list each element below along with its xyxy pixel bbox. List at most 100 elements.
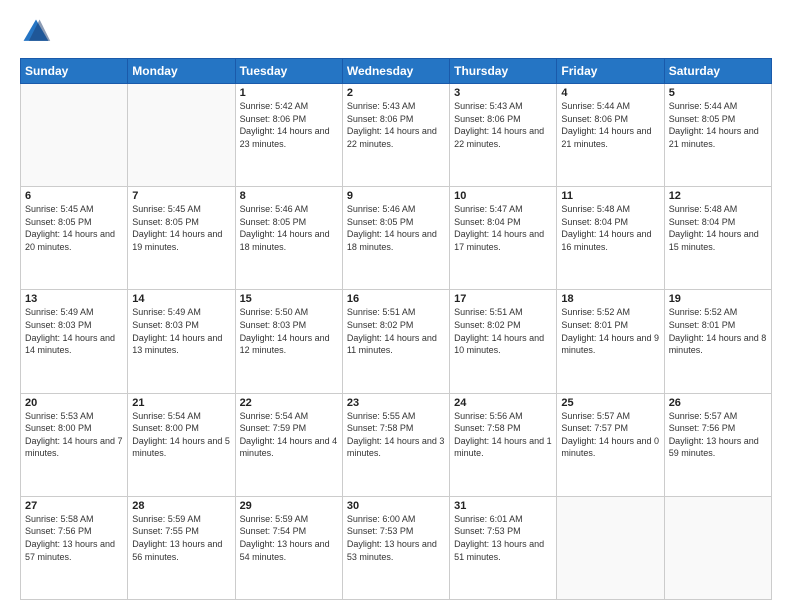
weekday-header-thursday: Thursday: [450, 59, 557, 84]
day-info: Sunrise: 5:48 AM Sunset: 8:04 PM Dayligh…: [669, 203, 767, 253]
day-number: 22: [240, 397, 338, 409]
day-number: 5: [669, 87, 767, 99]
cal-cell: 1Sunrise: 5:42 AM Sunset: 8:06 PM Daylig…: [235, 84, 342, 187]
day-info: Sunrise: 5:59 AM Sunset: 7:54 PM Dayligh…: [240, 513, 338, 563]
day-number: 25: [561, 397, 659, 409]
day-info: Sunrise: 5:54 AM Sunset: 8:00 PM Dayligh…: [132, 410, 230, 460]
day-info: Sunrise: 5:50 AM Sunset: 8:03 PM Dayligh…: [240, 306, 338, 356]
day-info: Sunrise: 5:53 AM Sunset: 8:00 PM Dayligh…: [25, 410, 123, 460]
logo: [20, 16, 58, 48]
day-number: 15: [240, 293, 338, 305]
day-number: 28: [132, 500, 230, 512]
day-info: Sunrise: 5:57 AM Sunset: 7:57 PM Dayligh…: [561, 410, 659, 460]
weekday-header-friday: Friday: [557, 59, 664, 84]
week-row-5: 27Sunrise: 5:58 AM Sunset: 7:56 PM Dayli…: [21, 496, 772, 599]
logo-icon: [20, 16, 52, 48]
day-number: 13: [25, 293, 123, 305]
day-number: 18: [561, 293, 659, 305]
day-number: 26: [669, 397, 767, 409]
day-info: Sunrise: 5:52 AM Sunset: 8:01 PM Dayligh…: [669, 306, 767, 356]
day-number: 16: [347, 293, 445, 305]
day-number: 8: [240, 190, 338, 202]
day-info: Sunrise: 6:00 AM Sunset: 7:53 PM Dayligh…: [347, 513, 445, 563]
day-info: Sunrise: 5:51 AM Sunset: 8:02 PM Dayligh…: [347, 306, 445, 356]
day-info: Sunrise: 5:48 AM Sunset: 8:04 PM Dayligh…: [561, 203, 659, 253]
cal-cell: [21, 84, 128, 187]
day-info: Sunrise: 5:44 AM Sunset: 8:05 PM Dayligh…: [669, 100, 767, 150]
week-row-3: 13 Sunrise: 5:49 AM Sunset: 8:03 PM Dayli…: [21, 290, 772, 393]
day-number: 21: [132, 397, 230, 409]
day-number: 7: [132, 190, 230, 202]
cal-cell: 10Sunrise: 5:47 AM Sunset: 8:04 PM Dayli…: [450, 187, 557, 290]
cal-cell: 12Sunrise: 5:48 AM Sunset: 8:04 PM Dayli…: [664, 187, 771, 290]
cal-cell: 28Sunrise: 5:59 AM Sunset: 7:55 PM Dayli…: [128, 496, 235, 599]
cal-cell: 24Sunrise: 5:56 AM Sunset: 7:58 PM Dayli…: [450, 393, 557, 496]
day-number: 30: [347, 500, 445, 512]
day-number: 2: [347, 87, 445, 99]
day-info: Sunrise: 5:45 AM Sunset: 8:05 PM Dayligh…: [25, 203, 123, 253]
day-info: Sunrise: 5:45 AM Sunset: 8:05 PM Dayligh…: [132, 203, 230, 253]
week-row-2: 6Sunrise: 5:45 AM Sunset: 8:05 PM Daylig…: [21, 187, 772, 290]
cal-cell: [664, 496, 771, 599]
cal-cell: 11Sunrise: 5:48 AM Sunset: 8:04 PM Dayli…: [557, 187, 664, 290]
cal-cell: 13Sunrise: 5:49 AM Sunset: 8:03 PM Dayli…: [21, 290, 128, 393]
day-number: 24: [454, 397, 552, 409]
cal-cell: 5Sunrise: 5:44 AM Sunset: 8:05 PM Daylig…: [664, 84, 771, 187]
day-number: 4: [561, 87, 659, 99]
day-number: 23: [347, 397, 445, 409]
day-number: 19: [669, 293, 767, 305]
cal-cell: 16Sunrise: 5:51 AM Sunset: 8:02 PM Dayli…: [342, 290, 449, 393]
weekday-header-sunday: Sunday: [21, 59, 128, 84]
week-row-1: 1Sunrise: 5:42 AM Sunset: 8:06 PM Daylig…: [21, 84, 772, 187]
cal-cell: 21Sunrise: 5:54 AM Sunset: 8:00 PM Dayli…: [128, 393, 235, 496]
day-info: Sunrise: 5:51 AM Sunset: 8:02 PM Dayligh…: [454, 306, 552, 356]
day-number: 1: [240, 87, 338, 99]
cal-cell: 9Sunrise: 5:46 AM Sunset: 8:05 PM Daylig…: [342, 187, 449, 290]
day-info: Sunrise: 5:47 AM Sunset: 8:04 PM Dayligh…: [454, 203, 552, 253]
day-number: 29: [240, 500, 338, 512]
day-number: 9: [347, 190, 445, 202]
day-number: 17: [454, 293, 552, 305]
cal-cell: 3Sunrise: 5:43 AM Sunset: 8:06 PM Daylig…: [450, 84, 557, 187]
cal-cell: 25Sunrise: 5:57 AM Sunset: 7:57 PM Dayli…: [557, 393, 664, 496]
day-number: 12: [669, 190, 767, 202]
day-info: Sunrise: 5:58 AM Sunset: 7:56 PM Dayligh…: [25, 513, 123, 563]
day-info: Sunrise: 6:01 AM Sunset: 7:53 PM Dayligh…: [454, 513, 552, 563]
calendar-table: SundayMondayTuesdayWednesdayThursdayFrid…: [20, 58, 772, 600]
cal-cell: 7Sunrise: 5:45 AM Sunset: 8:05 PM Daylig…: [128, 187, 235, 290]
day-info: Sunrise: 5:56 AM Sunset: 7:58 PM Dayligh…: [454, 410, 552, 460]
header: [20, 16, 772, 48]
weekday-header-monday: Monday: [128, 59, 235, 84]
cal-cell: 30Sunrise: 6:00 AM Sunset: 7:53 PM Dayli…: [342, 496, 449, 599]
cal-cell: 23Sunrise: 5:55 AM Sunset: 7:58 PM Dayli…: [342, 393, 449, 496]
day-number: 20: [25, 397, 123, 409]
cal-cell: 8Sunrise: 5:46 AM Sunset: 8:05 PM Daylig…: [235, 187, 342, 290]
day-number: 3: [454, 87, 552, 99]
day-info: Sunrise: 5:44 AM Sunset: 8:06 PM Dayligh…: [561, 100, 659, 150]
cal-cell: 20Sunrise: 5:53 AM Sunset: 8:00 PM Dayli…: [21, 393, 128, 496]
day-info: Sunrise: 5:52 AM Sunset: 8:01 PM Dayligh…: [561, 306, 659, 356]
cal-cell: 2Sunrise: 5:43 AM Sunset: 8:06 PM Daylig…: [342, 84, 449, 187]
cal-cell: 22Sunrise: 5:54 AM Sunset: 7:59 PM Dayli…: [235, 393, 342, 496]
day-number: 10: [454, 190, 552, 202]
cal-cell: 29Sunrise: 5:59 AM Sunset: 7:54 PM Dayli…: [235, 496, 342, 599]
cal-cell: 19Sunrise: 5:52 AM Sunset: 8:01 PM Dayli…: [664, 290, 771, 393]
page: SundayMondayTuesdayWednesdayThursdayFrid…: [0, 0, 792, 612]
cal-cell: 15Sunrise: 5:50 AM Sunset: 8:03 PM Dayli…: [235, 290, 342, 393]
day-number: 11: [561, 190, 659, 202]
day-info: Sunrise: 5:42 AM Sunset: 8:06 PM Dayligh…: [240, 100, 338, 150]
weekday-header-saturday: Saturday: [664, 59, 771, 84]
week-row-4: 20Sunrise: 5:53 AM Sunset: 8:00 PM Dayli…: [21, 393, 772, 496]
cal-cell: 6Sunrise: 5:45 AM Sunset: 8:05 PM Daylig…: [21, 187, 128, 290]
cal-cell: 26Sunrise: 5:57 AM Sunset: 7:56 PM Dayli…: [664, 393, 771, 496]
day-info: Sunrise: 5:54 AM Sunset: 7:59 PM Dayligh…: [240, 410, 338, 460]
day-info: Sunrise: 5:46 AM Sunset: 8:05 PM Dayligh…: [347, 203, 445, 253]
day-info: Sunrise: 5:49 AM Sunset: 8:03 PM Dayligh…: [132, 306, 230, 356]
day-number: 27: [25, 500, 123, 512]
cal-cell: 17Sunrise: 5:51 AM Sunset: 8:02 PM Dayli…: [450, 290, 557, 393]
weekday-header-tuesday: Tuesday: [235, 59, 342, 84]
cal-cell: [557, 496, 664, 599]
cal-cell: 14Sunrise: 5:49 AM Sunset: 8:03 PM Dayli…: [128, 290, 235, 393]
cal-cell: 31Sunrise: 6:01 AM Sunset: 7:53 PM Dayli…: [450, 496, 557, 599]
day-number: 14: [132, 293, 230, 305]
